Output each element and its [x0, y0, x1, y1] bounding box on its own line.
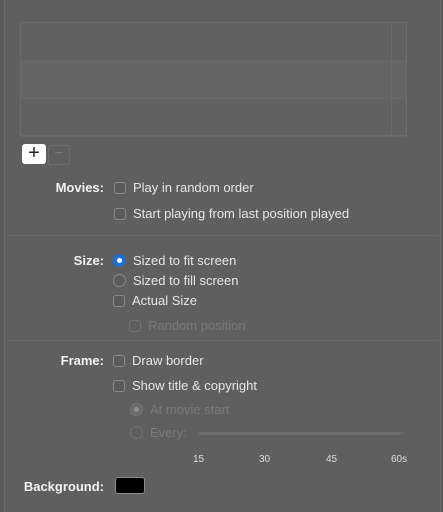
at-movie-start-label: At movie start [150, 402, 230, 417]
sized-to-fit-radio[interactable] [113, 254, 126, 267]
sized-to-fill-option[interactable]: Sized to fill screen [113, 273, 239, 288]
draw-border-label: Draw border [132, 353, 204, 368]
section-divider [4, 235, 439, 236]
show-title-option[interactable]: Show title & copyright [113, 378, 257, 393]
frame-label: Frame: [60, 353, 104, 368]
movie-list[interactable] [20, 22, 407, 137]
slider-tick-label: 45 [326, 454, 338, 465]
sized-to-fill-radio[interactable] [113, 274, 126, 287]
actual-size-checkbox[interactable] [113, 294, 125, 307]
random-position-label: Random position [148, 318, 246, 333]
remove-button[interactable]: − [48, 145, 70, 165]
actual-size-option[interactable]: Actual Size [113, 293, 197, 308]
movies-label: Movies: [55, 180, 104, 195]
sized-to-fill-label: Sized to fill screen [133, 273, 239, 288]
slider-tick-label: 30 [259, 454, 271, 465]
every-label: Every: [150, 425, 187, 440]
slider-tick-label: 60s [391, 454, 408, 465]
section-divider [4, 340, 439, 341]
play-random-order-label: Play in random order [133, 180, 254, 195]
interval-slider[interactable] [198, 432, 404, 435]
sized-to-fit-option[interactable]: Sized to fit screen [113, 253, 236, 268]
resume-playback-option[interactable]: Start playing from last position played [114, 206, 349, 221]
every-option[interactable]: Every: [130, 425, 187, 440]
slider-tick-label: 15 [193, 454, 205, 465]
play-random-order-checkbox[interactable] [114, 181, 126, 194]
background-label: Background: [23, 479, 104, 494]
draw-border-checkbox[interactable] [113, 354, 125, 367]
resume-playback-label: Start playing from last position played [133, 206, 350, 221]
random-position-option[interactable]: Random position [129, 318, 246, 333]
random-position-checkbox[interactable] [129, 319, 141, 332]
list-item[interactable] [21, 61, 406, 99]
add-button[interactable]: + [22, 143, 46, 164]
list-item[interactable] [21, 23, 406, 61]
show-title-label: Show title & copyright [132, 378, 258, 393]
sized-to-fit-label: Sized to fit screen [133, 253, 237, 268]
every-radio[interactable] [130, 426, 143, 439]
resume-playback-checkbox[interactable] [114, 207, 126, 220]
list-item[interactable] [21, 99, 406, 137]
size-label: Size: [73, 253, 104, 268]
background-color-well[interactable] [115, 477, 145, 494]
list-scrollbar[interactable] [391, 23, 406, 135]
at-movie-start-radio[interactable] [130, 403, 143, 416]
actual-size-label: Actual Size [132, 293, 198, 308]
play-random-order-option[interactable]: Play in random order [114, 180, 254, 195]
show-title-checkbox[interactable] [113, 379, 125, 392]
at-movie-start-option[interactable]: At movie start [130, 402, 229, 417]
draw-border-option[interactable]: Draw border [113, 353, 204, 368]
